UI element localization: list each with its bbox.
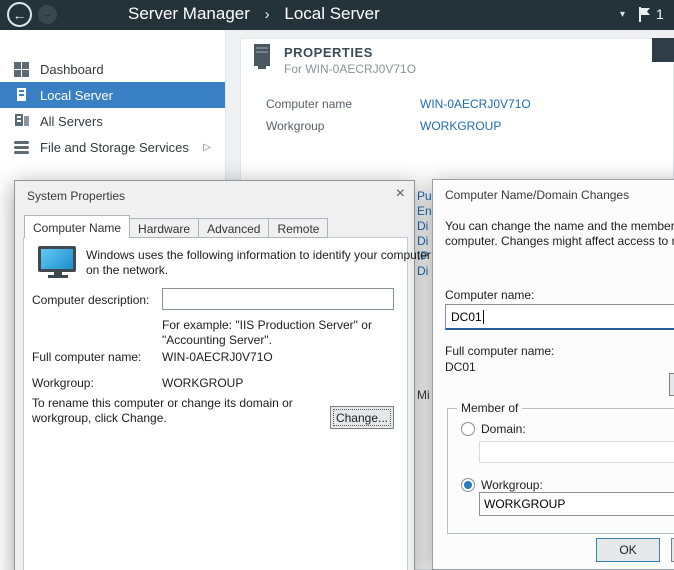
tab-remote[interactable]: Remote: [269, 218, 328, 238]
tab-computer-name[interactable]: Computer Name: [24, 215, 130, 238]
chevron-down-icon[interactable]: ▾: [620, 9, 625, 20]
clipped-property-values: Pu En Di Di IP Di: [417, 189, 432, 294]
breadcrumb: Server Manager › Local Server: [128, 4, 380, 24]
change-intro-line2: computer. Changes might affect access to…: [445, 234, 674, 248]
clipped-value: Di: [417, 234, 432, 249]
rename-hint-line2: workgroup, click Change.: [32, 411, 167, 425]
ok-button[interactable]: OK: [596, 538, 660, 562]
member-of-label: Member of: [457, 401, 522, 415]
servers-icon: [14, 114, 30, 129]
sidebar-item-file-storage-services[interactable]: File and Storage Services ▷: [0, 134, 225, 160]
system-properties-dialog: System Properties × Computer Name Hardwa…: [14, 180, 415, 570]
computer-description-label: Computer description:: [32, 293, 149, 307]
change-button[interactable]: Change...: [330, 406, 394, 429]
server-tile-icon: [252, 44, 272, 75]
rename-hint-line1: To rename this computer or change its do…: [32, 396, 293, 410]
dialog-title: System Properties: [27, 189, 125, 203]
sidebar-item-label: File and Storage Services: [40, 140, 189, 155]
storage-icon: [14, 140, 30, 155]
dashboard-icon: [14, 62, 30, 77]
tasks-control-fragment[interactable]: [652, 38, 674, 62]
sidebar-item-local-server[interactable]: Local Server: [0, 82, 225, 108]
change-intro-line1: You can change the name and the membersh…: [445, 219, 674, 233]
sidebar-item-all-servers[interactable]: All Servers: [0, 108, 225, 134]
computer-name-input-value: DC01: [451, 310, 482, 324]
server-icon: [14, 88, 30, 103]
notifications-flag-icon[interactable]: [638, 7, 651, 22]
clipped-value-dark: Mi: [417, 388, 432, 402]
breadcrumb-separator-icon: ›: [265, 6, 270, 23]
tab-hardware[interactable]: Hardware: [130, 218, 199, 238]
text-caret: [483, 310, 484, 324]
properties-title: PROPERTIES: [284, 45, 373, 60]
workgroup-radio-label[interactable]: Workgroup:: [481, 478, 543, 492]
server-manager-window: ← → Server Manager › Local Server ▾ 1 Da…: [0, 0, 674, 570]
computer-description-input[interactable]: [162, 288, 394, 310]
back-arrow-icon: ←: [13, 8, 27, 22]
expand-arrow-icon[interactable]: ▷: [203, 142, 211, 153]
dialog-title: Computer Name/Domain Changes: [445, 188, 629, 202]
tabstrip: Computer Name Hardware Advanced Remote: [24, 215, 328, 238]
intro-text-line1: Windows uses the following information t…: [86, 248, 431, 262]
more-button-clipped[interactable]: [669, 373, 674, 396]
forward-arrow-icon: →: [42, 9, 53, 20]
computer-name-label: Computer name: [266, 97, 352, 111]
full-computer-name-value: DC01: [445, 360, 476, 374]
sidebar-item-label: All Servers: [40, 114, 103, 129]
close-icon[interactable]: ×: [396, 186, 405, 202]
sidebar-item-label: Local Server: [40, 88, 113, 103]
description-example-line2: "Accounting Server".: [162, 333, 272, 347]
topbar: ← → Server Manager › Local Server ▾ 1: [0, 0, 674, 30]
tab-advanced[interactable]: Advanced: [199, 218, 269, 238]
description-example-line1: For example: "IIS Production Server" or: [162, 318, 372, 332]
workgroup-label: Workgroup: [266, 119, 324, 133]
computer-name-label: Computer name:: [445, 288, 534, 302]
back-button[interactable]: ←: [7, 2, 32, 27]
clipped-value: Pu: [417, 189, 432, 204]
workgroup-label: Workgroup:: [32, 376, 94, 390]
full-computer-name-value: WIN-0AECRJ0V71O: [162, 350, 273, 364]
breadcrumb-app-title[interactable]: Server Manager: [128, 4, 250, 23]
full-computer-name-label: Full computer name:: [445, 344, 554, 358]
sidebar-item-dashboard[interactable]: Dashboard: [0, 56, 225, 82]
computer-name-domain-changes-dialog: Computer Name/Domain Changes You can cha…: [432, 179, 674, 570]
sidebar-item-label: Dashboard: [40, 62, 104, 77]
full-computer-name-label: Full computer name:: [32, 350, 141, 364]
computer-name-link[interactable]: WIN-0AECRJ0V71O: [420, 97, 531, 111]
clipped-value: En: [417, 204, 432, 219]
breadcrumb-page-title: Local Server: [284, 4, 379, 23]
properties-subtitle: For WIN-0AECRJ0V71O: [284, 62, 416, 76]
forward-button[interactable]: →: [38, 5, 57, 24]
workgroup-value: WORKGROUP: [162, 376, 243, 390]
computer-monitor-icon: [38, 246, 78, 278]
notification-count[interactable]: 1: [656, 6, 664, 22]
computer-name-input[interactable]: DC01: [445, 304, 674, 330]
domain-radio-label[interactable]: Domain:: [481, 422, 526, 436]
workgroup-radio[interactable]: [461, 478, 475, 492]
clipped-value: Di: [417, 219, 432, 234]
domain-radio[interactable]: [461, 422, 475, 436]
intro-text-line2: on the network.: [86, 263, 168, 277]
workgroup-link[interactable]: WORKGROUP: [420, 119, 501, 133]
workgroup-input[interactable]: [479, 492, 674, 516]
domain-input[interactable]: [479, 441, 674, 463]
computer-name-tab-page: Windows uses the following information t…: [23, 237, 408, 570]
clipped-value: Di: [417, 264, 432, 279]
